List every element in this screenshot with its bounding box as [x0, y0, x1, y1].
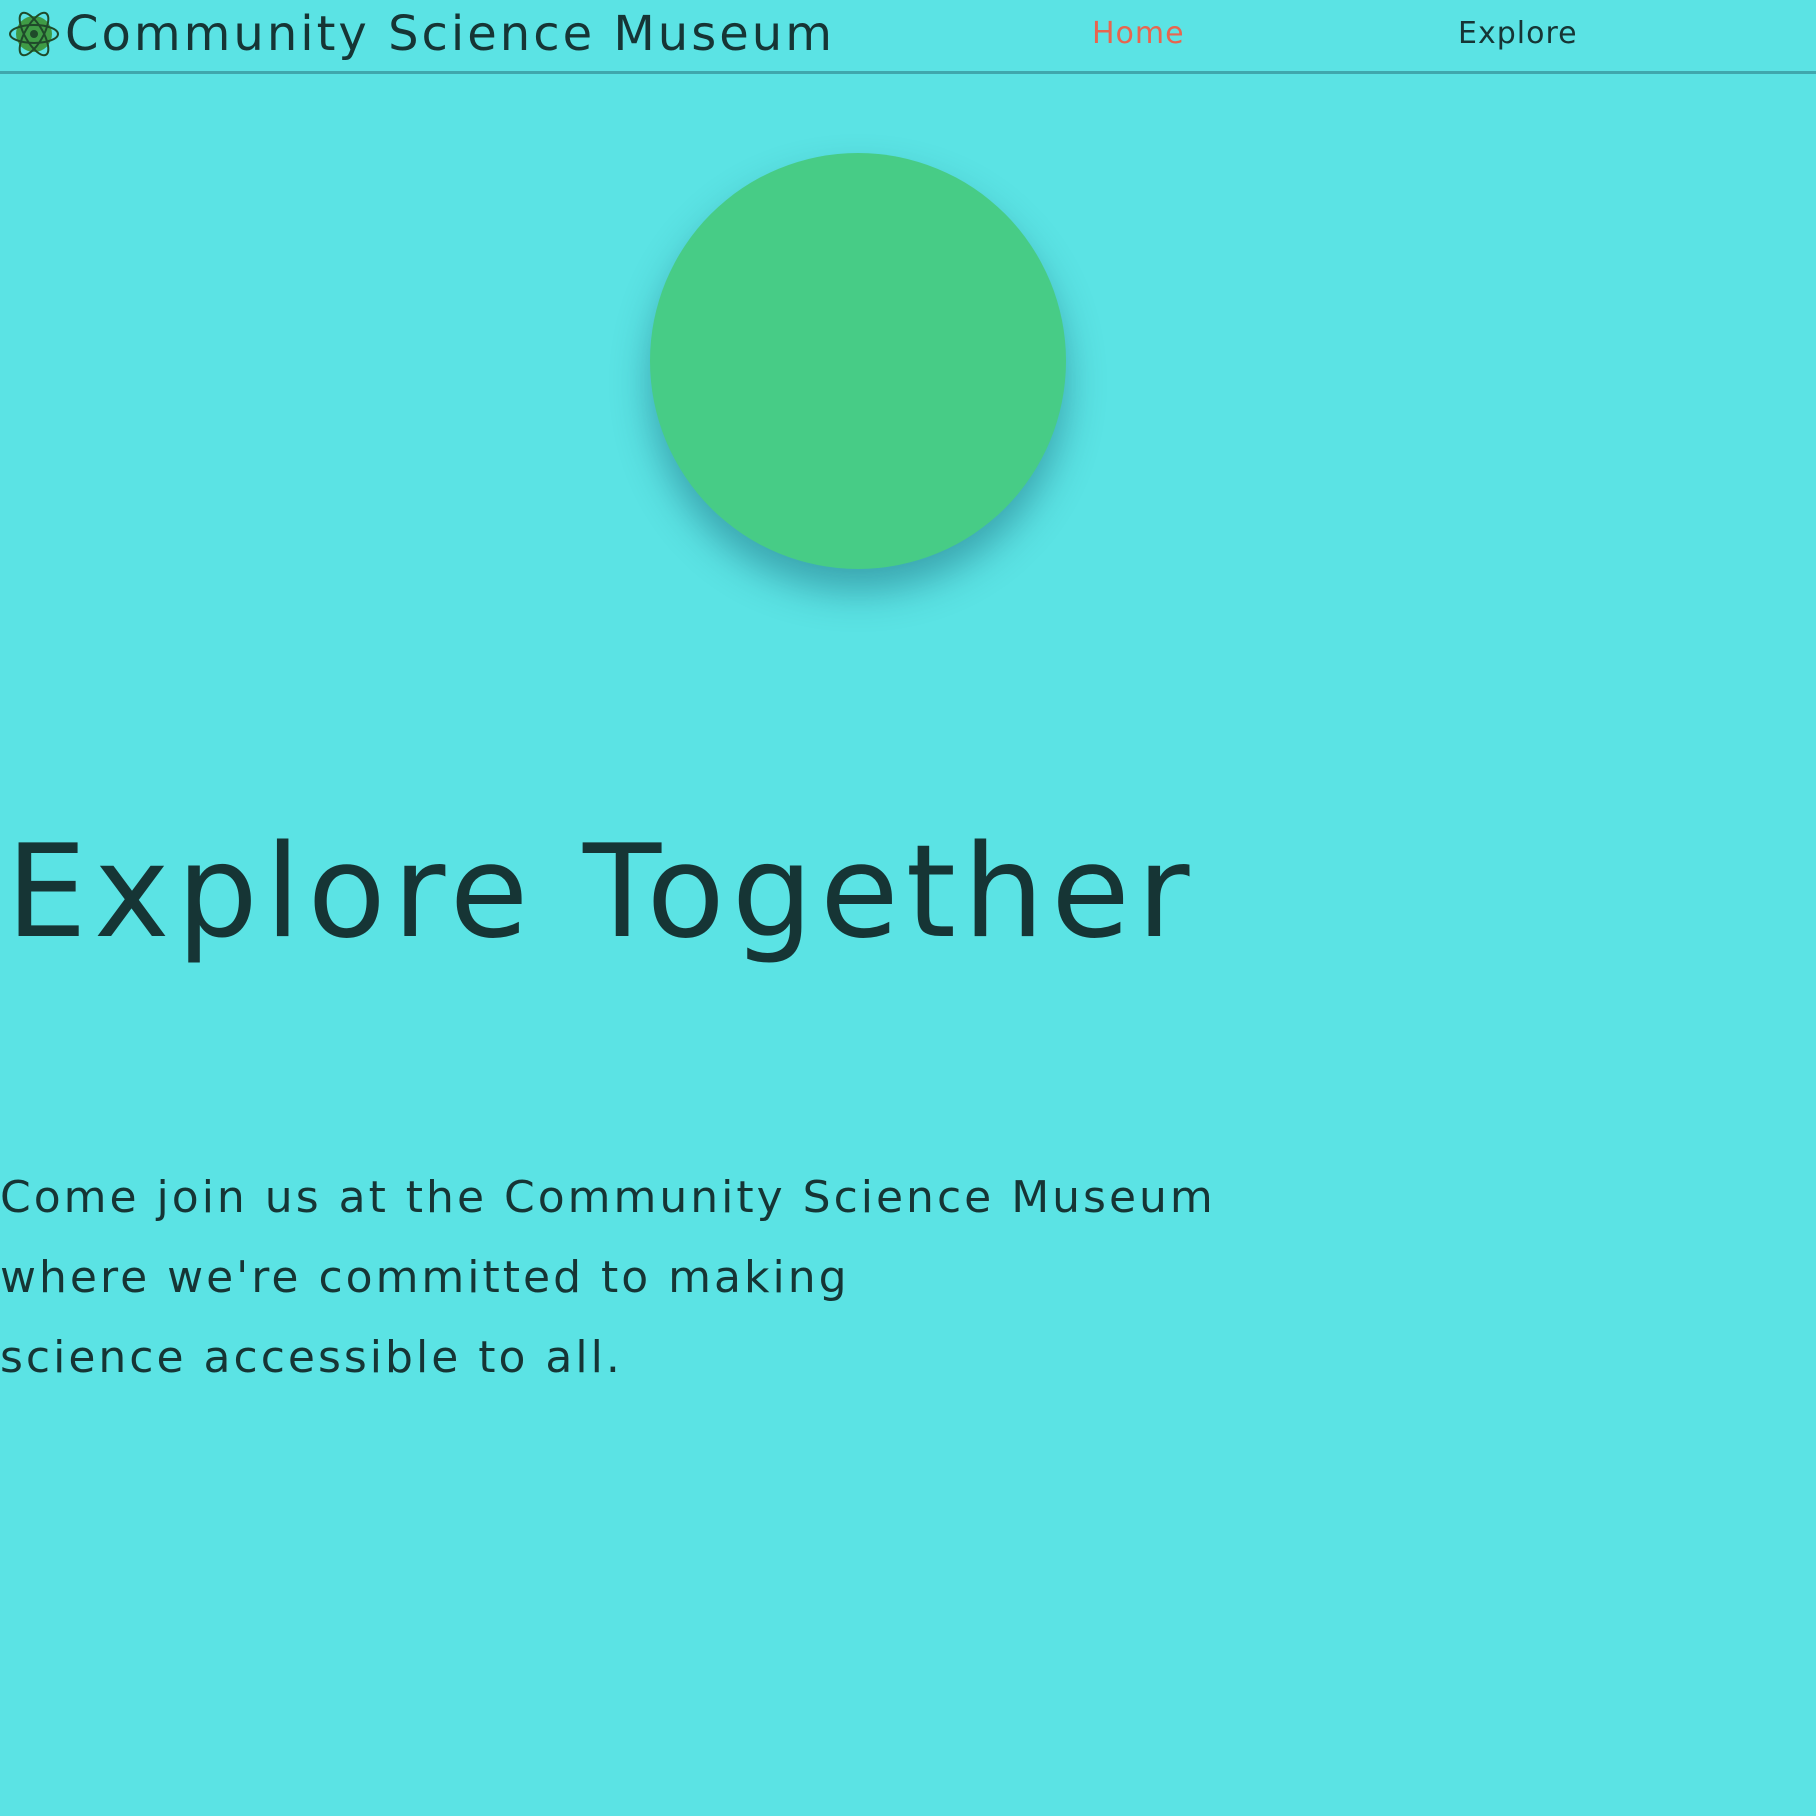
nav-explore-link[interactable]: Explore	[1458, 14, 1578, 54]
hero-description: Come join us at the Community Science Mu…	[0, 1158, 1360, 1398]
hero-circle-image	[650, 153, 1066, 569]
hero-description-line-3: science accessible to all.	[0, 1332, 623, 1383]
site-header: Community Science Museum Home Explore	[0, 0, 1816, 74]
hero-heading: Explore Together	[6, 818, 1197, 967]
atom-logo-icon[interactable]	[6, 6, 62, 62]
site-title[interactable]: Community Science Museum	[65, 4, 835, 64]
hero-description-line-1: Come join us at the Community Science Mu…	[0, 1172, 1216, 1223]
nav-home-link[interactable]: Home	[1092, 14, 1185, 54]
hero-description-line-2: where we're committed to making	[0, 1252, 850, 1303]
